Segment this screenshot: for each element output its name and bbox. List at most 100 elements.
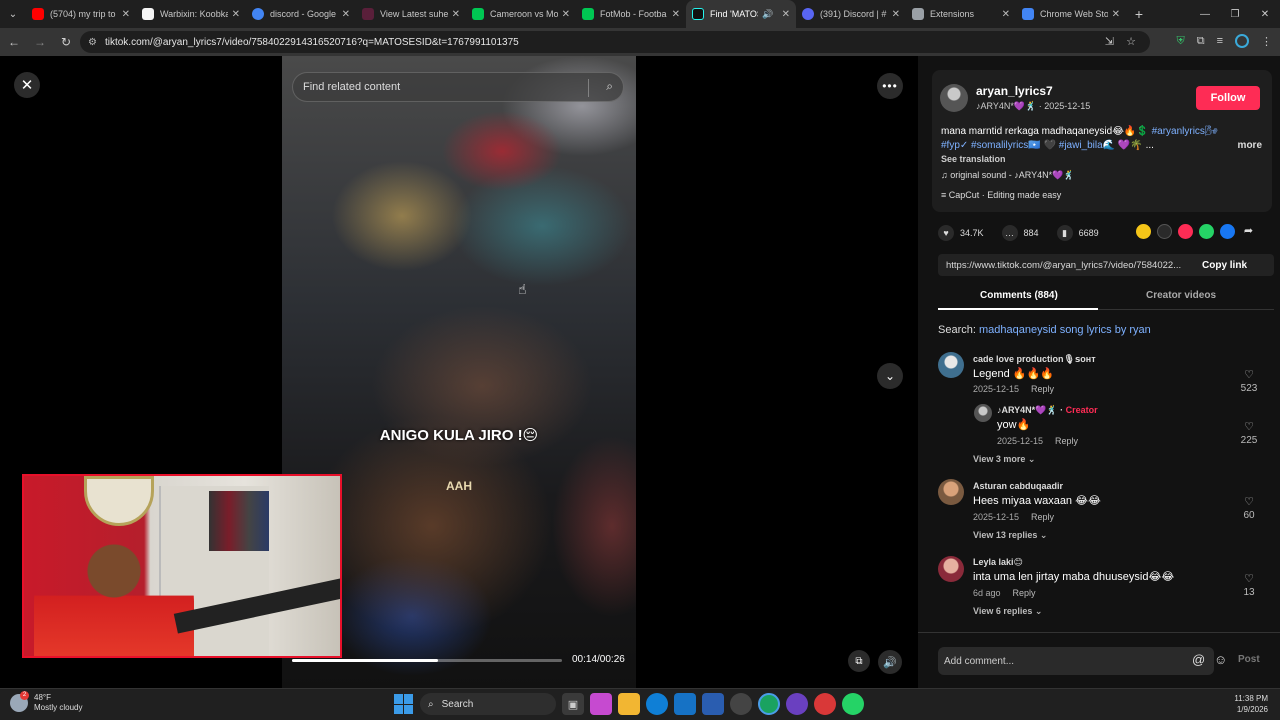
view-replies[interactable]: View 6 replies ⌄ [973, 606, 1042, 617]
comment-like[interactable]: ♡ 523 [1236, 368, 1262, 394]
browser-tab[interactable]: Warbixin: Koobka ✕ [136, 0, 246, 28]
browser-tab[interactable]: discord - Google ✕ [246, 0, 356, 28]
hashtag-link[interactable]: #fyp✓ #somalilyrics🇸🇴 [941, 140, 1041, 151]
reply-like[interactable]: ♡ 225 [1236, 420, 1262, 446]
copy-link-button[interactable]: Copy link [1202, 260, 1247, 271]
commenter-name[interactable]: cade love production🎙ꜱᴏʜᴛ [973, 354, 1096, 365]
browser-tab[interactable]: Extensions ✕ [906, 0, 1016, 28]
browser-tab[interactable]: FotMob - Footba ✕ [576, 0, 686, 28]
site-info-icon[interactable]: ⚙ [88, 37, 97, 48]
close-tab-icon[interactable]: ✕ [122, 9, 130, 20]
hashtag-link[interactable]: #jawi_bila🌊 [1059, 140, 1115, 151]
new-tab-button[interactable]: + [1126, 6, 1152, 22]
view-replies[interactable]: View 13 replies ⌄ [973, 530, 1047, 541]
commenter-avatar[interactable] [938, 352, 964, 378]
extensions-puzzle-icon[interactable]: ⧉ [1197, 35, 1205, 48]
profile-avatar-icon[interactable] [1235, 34, 1249, 48]
reply-button[interactable]: Reply [1031, 384, 1054, 394]
hashtag-link[interactable]: #aryanlyrics🌬 [1152, 126, 1218, 137]
close-tab-icon[interactable]: ✕ [1002, 9, 1010, 20]
view-more-replies[interactable]: View 3 more ⌄ [973, 454, 1035, 465]
url-text[interactable]: tiktok.com/@aryan_lyrics7/video/75840229… [105, 37, 519, 48]
like-stat[interactable]: ♥ 34.7K [938, 225, 984, 241]
media-control-icon[interactable]: ≡ [1217, 35, 1223, 47]
obs-icon[interactable] [786, 693, 808, 715]
author-name[interactable]: aryan_lyrics7 [976, 84, 1053, 98]
tab-comments[interactable]: Comments (884) [980, 290, 1058, 301]
sound-link[interactable]: ♫ original sound - ♪ARY4N*💜🕺 [941, 170, 1075, 181]
tab-creator-videos[interactable]: Creator videos [1146, 290, 1216, 301]
close-tab-icon[interactable]: ✕ [562, 9, 570, 20]
file-explorer-icon[interactable] [618, 693, 640, 715]
search-suggestion[interactable]: Search: madhaqaneysid song lyrics by rya… [938, 324, 1151, 336]
close-window-icon[interactable]: ✕ [1250, 0, 1280, 28]
emoji-icon[interactable]: ☺ [1214, 652, 1227, 667]
browser-tab[interactable]: Chrome Web Sto ✕ [1016, 0, 1126, 28]
commenter-name[interactable]: Leyla laki😊 [973, 557, 1023, 568]
browser-tab[interactable]: (5704) my trip to ✕ [26, 0, 136, 28]
bookmark-star-icon[interactable]: ☆ [1126, 35, 1136, 48]
embed-icon[interactable] [1157, 224, 1172, 239]
search-term-link[interactable]: madhaqaneysid song lyrics by ryan [979, 324, 1151, 336]
tab-search-icon[interactable]: ⌄ [0, 0, 26, 28]
send-icon[interactable] [1178, 224, 1193, 239]
close-video-button[interactable]: ✕ [14, 72, 40, 98]
reply-author[interactable]: ♪ARY4N*💜🕺 · Creator [997, 405, 1098, 416]
install-app-icon[interactable]: ⇲ [1105, 35, 1114, 48]
browser-tab[interactable]: (391) Discord | # ✕ [796, 0, 906, 28]
chrome-menu-icon[interactable]: ⋮ [1261, 35, 1272, 48]
facebook-icon[interactable] [1220, 224, 1235, 239]
windows-start-icon[interactable] [394, 694, 414, 714]
commenter-avatar[interactable] [938, 479, 964, 505]
close-tab-icon[interactable]: ✕ [1112, 9, 1120, 20]
close-tab-icon[interactable]: ✕ [672, 9, 680, 20]
shield-extension-icon[interactable]: ⛨ [1176, 35, 1184, 48]
save-stat[interactable]: ▮ 6689 [1056, 225, 1099, 241]
share-arrow-icon[interactable]: ➦ [1241, 224, 1256, 239]
share-coin-icon[interactable] [1136, 224, 1151, 239]
video-progress-bar[interactable] [292, 659, 562, 662]
task-view-icon[interactable]: ▣ [562, 693, 584, 715]
whatsapp-taskbar-icon[interactable] [842, 693, 864, 715]
see-translation-link[interactable]: See translation [941, 154, 1006, 164]
outlook-icon[interactable] [702, 693, 724, 715]
taskbar-search[interactable]: ⌕ Search [420, 693, 556, 715]
back-arrow-icon[interactable]: ← [2, 30, 26, 54]
comment-like[interactable]: ♡ 13 [1236, 572, 1262, 598]
close-tab-icon[interactable]: ✕ [452, 9, 460, 20]
weather-widget[interactable]: 2 48°F Mostly cloudy [10, 691, 82, 713]
close-tab-icon[interactable]: ✕ [782, 9, 790, 20]
commenter-avatar[interactable] [938, 556, 964, 582]
app-icon[interactable] [730, 693, 752, 715]
comment-stat[interactable]: … 884 [1001, 225, 1039, 241]
close-tab-icon[interactable]: ✕ [342, 9, 350, 20]
browser-tab-active[interactable]: Find 'MATOSE 🔊 ✕ [686, 0, 796, 28]
creator-avatar[interactable] [974, 404, 992, 422]
author-avatar[interactable] [940, 84, 968, 112]
edge-icon[interactable] [646, 693, 668, 715]
more-link[interactable]: more [1238, 140, 1262, 151]
copilot-icon[interactable] [590, 693, 612, 715]
minimize-icon[interactable]: — [1190, 0, 1220, 28]
commenter-name[interactable]: Asturan cabduqaadir [973, 481, 1063, 491]
chrome-icon[interactable] [758, 693, 780, 715]
reply-button[interactable]: Reply [1031, 512, 1054, 522]
store-icon[interactable] [674, 693, 696, 715]
chrome-alt-icon[interactable] [814, 693, 836, 715]
close-tab-icon[interactable]: ✕ [892, 9, 900, 20]
capcut-link[interactable]: ≡ CapCut · Editing made easy [941, 190, 1061, 200]
more-options-button[interactable]: ••• [877, 73, 903, 99]
next-video-button[interactable]: ⌄ [877, 363, 903, 389]
reply-button[interactable]: Reply [1013, 588, 1036, 598]
related-search-input[interactable] [303, 81, 583, 93]
system-clock[interactable]: 11:38 PM 1/9/2026 [1234, 693, 1268, 715]
comment-like[interactable]: ♡ 60 [1236, 495, 1262, 521]
forward-arrow-icon[interactable]: → [28, 30, 52, 54]
whatsapp-icon[interactable] [1199, 224, 1214, 239]
close-tab-icon[interactable]: ✕ [232, 9, 240, 20]
picture-in-picture-button[interactable]: ⧉ [848, 650, 870, 672]
reload-icon[interactable]: ↻ [54, 30, 78, 54]
browser-tab[interactable]: View Latest suhey ✕ [356, 0, 466, 28]
speaker-icon[interactable]: 🔊 [762, 9, 773, 20]
search-icon[interactable]: ⌕ [606, 79, 613, 94]
